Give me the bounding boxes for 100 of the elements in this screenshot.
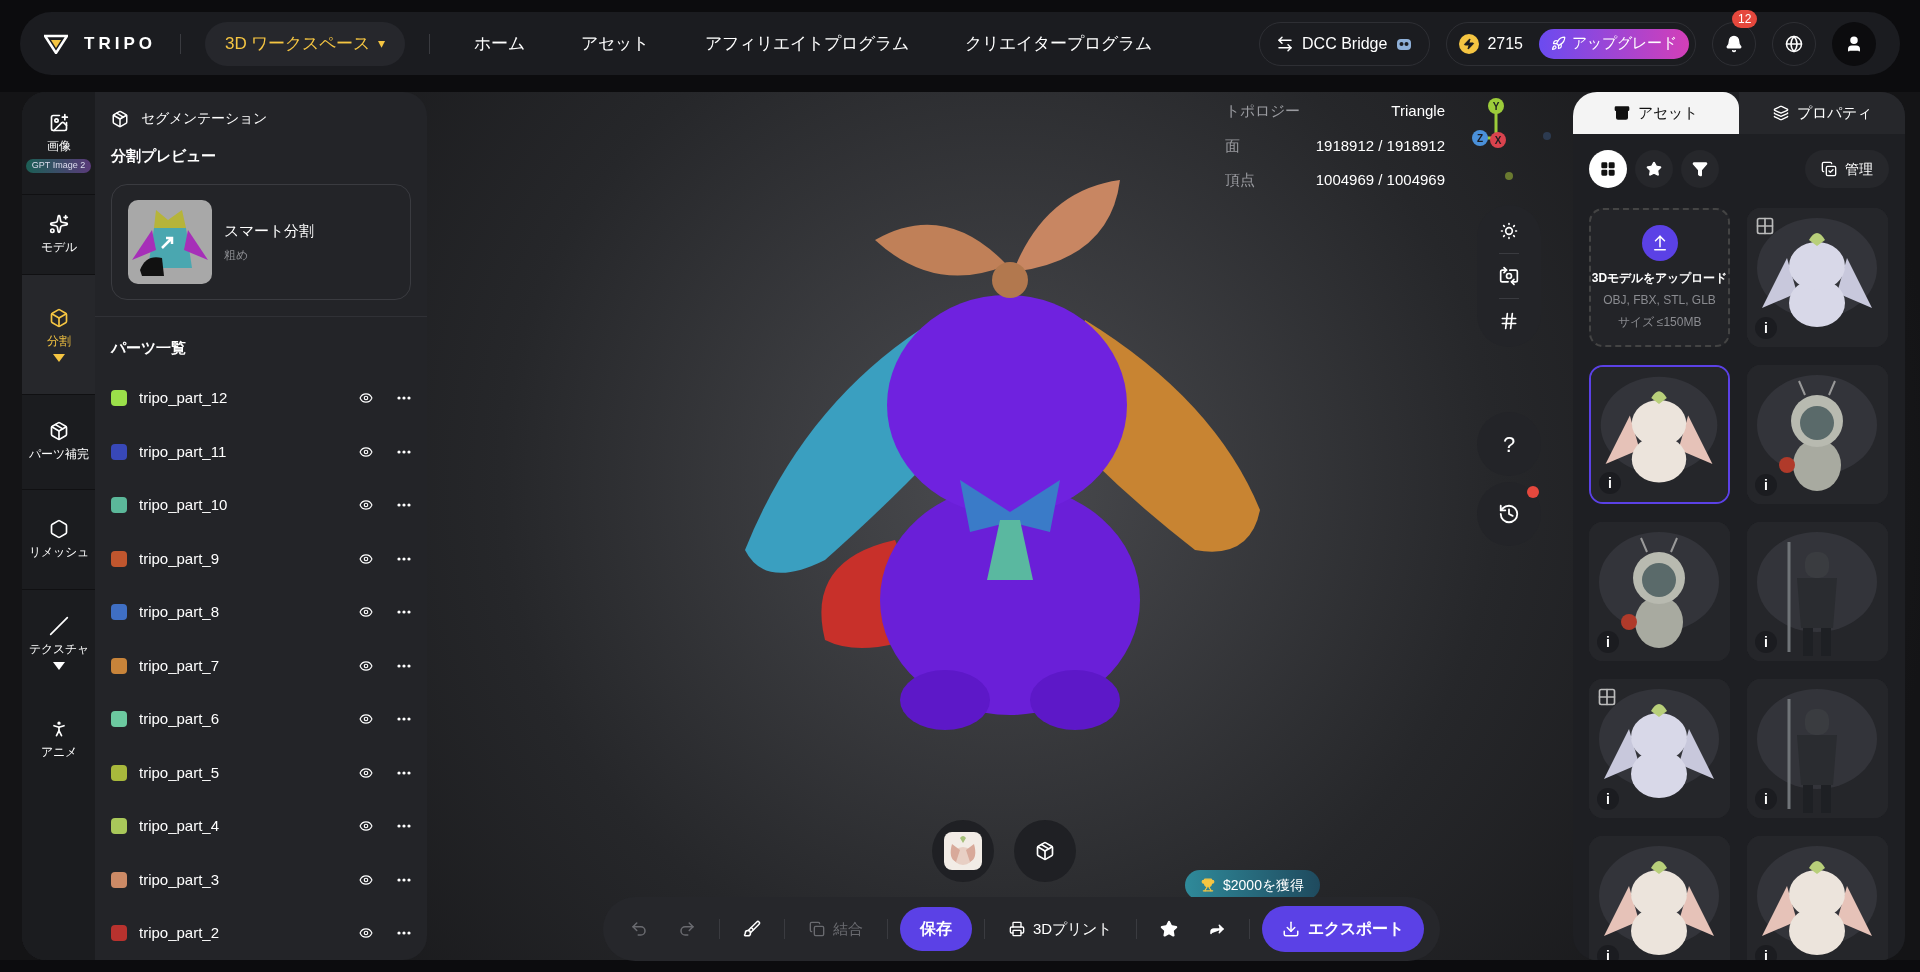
visibility-toggle[interactable] bbox=[359, 391, 373, 406]
upgrade-button[interactable]: アップグレード bbox=[1539, 28, 1689, 59]
model-badge: GPT Image 2 bbox=[25, 159, 92, 173]
panel-title: セグメンテーション bbox=[141, 109, 267, 128]
reward-text: $2000を獲得 bbox=[1223, 875, 1304, 895]
archive-icon bbox=[1614, 105, 1630, 121]
part-row[interactable]: tripo_part_3 bbox=[95, 853, 427, 907]
section-heading: 分割プレビュー bbox=[110, 146, 217, 166]
more-button[interactable] bbox=[397, 717, 411, 722]
grid-icon bbox=[1597, 687, 1617, 707]
part-row[interactable]: tripo_part_7 bbox=[95, 639, 427, 693]
more-button[interactable] bbox=[397, 396, 411, 401]
account-button[interactable] bbox=[1832, 21, 1876, 66]
upload-size: サイズ ≤150MB bbox=[1617, 313, 1702, 331]
eye-icon bbox=[359, 391, 373, 406]
part-name: tripo_part_3 bbox=[139, 869, 221, 890]
star-icon bbox=[1160, 920, 1179, 938]
stat-label: 頂点 bbox=[1224, 170, 1256, 190]
visibility-toggle[interactable] bbox=[359, 819, 373, 834]
lighting-icon[interactable] bbox=[1499, 221, 1519, 241]
nav-link[interactable]: クリエイタープログラム bbox=[945, 30, 1173, 57]
part-row[interactable]: tripo_part_8 bbox=[95, 585, 427, 639]
filter-filter-button[interactable] bbox=[1681, 150, 1719, 188]
camera-icon[interactable] bbox=[1499, 266, 1519, 286]
more-button[interactable] bbox=[397, 503, 411, 508]
visibility-toggle[interactable] bbox=[359, 605, 373, 620]
star-filter-button[interactable] bbox=[1635, 150, 1673, 188]
export-button[interactable]: エクスポート bbox=[1262, 906, 1425, 952]
ellipsis-icon bbox=[397, 877, 411, 882]
part-name: tripo_part_12 bbox=[139, 388, 229, 408]
more-button[interactable] bbox=[397, 556, 411, 561]
eye-icon bbox=[359, 819, 373, 834]
more-button[interactable] bbox=[397, 610, 411, 615]
part-row[interactable]: tripo_part_6 bbox=[95, 692, 427, 746]
merge-icon bbox=[809, 921, 825, 937]
tool-rail-item[interactable]: パーツ補完 bbox=[22, 395, 95, 490]
panel-tab[interactable]: プロパティ bbox=[1739, 92, 1905, 134]
visibility-toggle[interactable] bbox=[359, 765, 373, 780]
tool-rail-item[interactable]: アニメ bbox=[22, 695, 95, 785]
notification-count: 12 bbox=[1732, 9, 1758, 28]
more-button[interactable] bbox=[397, 824, 411, 829]
more-button[interactable] bbox=[397, 449, 411, 454]
cube-icon bbox=[111, 109, 129, 128]
ellipsis-icon bbox=[397, 396, 411, 401]
part-row[interactable]: tripo_part_5 bbox=[95, 746, 427, 800]
visibility-toggle[interactable] bbox=[359, 872, 373, 887]
credits-count: 2715 bbox=[1487, 33, 1523, 54]
upload-tile[interactable]: 3Dモデルをアップロード OBJ, FBX, STL, GLB サイズ ≤150MB bbox=[1589, 208, 1730, 347]
stat-value: Triangle bbox=[1390, 101, 1445, 121]
ellipsis-icon bbox=[397, 824, 411, 829]
history-icon bbox=[1498, 503, 1520, 525]
grid-filter-button[interactable] bbox=[1589, 150, 1627, 188]
part-row[interactable]: tripo_part_12 bbox=[95, 371, 427, 425]
more-button[interactable] bbox=[397, 663, 411, 668]
nav-link[interactable]: ホーム bbox=[454, 30, 546, 57]
visibility-toggle[interactable] bbox=[359, 658, 373, 673]
rocket-icon bbox=[1551, 36, 1566, 51]
more-button[interactable] bbox=[397, 877, 411, 882]
part-row[interactable]: tripo_part_10 bbox=[95, 478, 427, 532]
ellipsis-icon bbox=[397, 449, 411, 454]
tool-rail-item[interactable]: テクスチャ bbox=[22, 590, 95, 695]
sparkles-icon bbox=[48, 213, 69, 234]
visibility-toggle[interactable] bbox=[359, 712, 373, 727]
part-row[interactable]: tripo_part_9 bbox=[95, 532, 427, 586]
cube-icon bbox=[48, 421, 69, 441]
part-name: tripo_part_8 bbox=[139, 602, 221, 622]
tool-rail-item[interactable]: リメッシュ bbox=[22, 490, 95, 590]
part-name: tripo_part_5 bbox=[139, 762, 221, 783]
part-row[interactable]: tripo_part_11 bbox=[95, 425, 427, 479]
caret-icon bbox=[52, 353, 65, 362]
save-button[interactable]: 保存 bbox=[900, 907, 972, 951]
star-icon bbox=[1646, 161, 1662, 177]
nav-link[interactable]: アセット bbox=[561, 30, 670, 57]
panel-tab[interactable]: アセット bbox=[1573, 92, 1739, 134]
visibility-toggle[interactable] bbox=[359, 444, 373, 459]
bell-icon bbox=[1725, 34, 1743, 53]
preview-card[interactable]: スマート分割 粗め bbox=[111, 183, 411, 300]
part-name: tripo_part_7 bbox=[139, 655, 221, 676]
visibility-toggle[interactable] bbox=[359, 498, 373, 513]
visibility-toggle[interactable] bbox=[359, 926, 373, 941]
more-button[interactable] bbox=[397, 770, 411, 775]
workspace-dropdown[interactable]: 3D ワークスペース ▾ bbox=[204, 21, 406, 66]
part-row[interactable]: tripo_part_2 bbox=[95, 906, 427, 960]
manage-button[interactable]: 管理 bbox=[1805, 150, 1889, 188]
part-row[interactable]: tripo_part_4 bbox=[95, 799, 427, 853]
eye-icon bbox=[359, 872, 373, 887]
grid-icon bbox=[1755, 216, 1775, 236]
grid-toggle-icon[interactable] bbox=[1499, 311, 1519, 331]
ellipsis-icon bbox=[397, 663, 411, 668]
nav-link[interactable]: アフィリエイトプログラム bbox=[685, 30, 930, 57]
tool-rail-item[interactable]: 画像 GPT Image 2 bbox=[22, 92, 95, 195]
image-plus-icon bbox=[48, 113, 69, 134]
more-button[interactable] bbox=[397, 931, 411, 936]
grid-icon bbox=[1600, 161, 1616, 177]
print-button[interactable]: 3Dプリント bbox=[997, 907, 1125, 951]
tool-rail-item[interactable]: 分割 bbox=[22, 275, 95, 395]
ellipsis-icon bbox=[397, 770, 411, 775]
visibility-toggle[interactable] bbox=[359, 551, 373, 566]
axis-gizmo: Y Z X bbox=[1471, 96, 1521, 152]
asset-tile[interactable]: i bbox=[1589, 365, 1730, 504]
